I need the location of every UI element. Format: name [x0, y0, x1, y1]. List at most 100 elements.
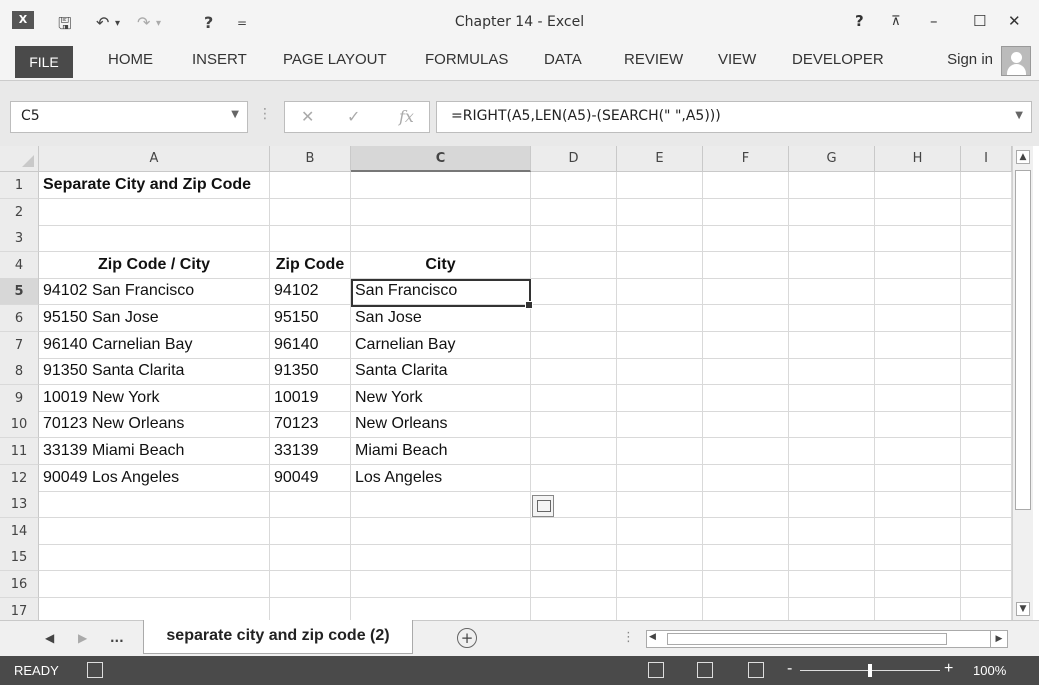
cell-b7[interactable]: 96140: [270, 332, 351, 359]
tab-developer[interactable]: DEVELOPER: [792, 51, 884, 68]
cell-d12[interactable]: [531, 465, 617, 492]
cell-c4[interactable]: City: [351, 252, 531, 279]
tab-home[interactable]: HOME: [108, 51, 153, 68]
sign-in-link[interactable]: Sign in: [947, 51, 993, 68]
row-header-1[interactable]: 1: [0, 172, 39, 199]
cell-g2[interactable]: [789, 199, 875, 226]
cell-h10[interactable]: [875, 411, 961, 438]
cell-g3[interactable]: [789, 225, 875, 252]
cell-e2[interactable]: [617, 199, 703, 226]
horizontal-scrollbar[interactable]: ◀: [646, 630, 1006, 648]
column-header-e[interactable]: E: [617, 146, 703, 172]
normal-view-icon[interactable]: [648, 662, 664, 678]
cell-c15[interactable]: [351, 544, 531, 571]
zoom-slider-knob[interactable]: [868, 664, 872, 677]
select-all-button[interactable]: [0, 146, 39, 172]
cell-g16[interactable]: [789, 571, 875, 598]
cell-i7[interactable]: [961, 332, 1012, 359]
close-button[interactable]: ✕: [1008, 12, 1021, 30]
column-header-a[interactable]: A: [39, 146, 270, 172]
cell-a6[interactable]: 95150 San Jose: [39, 305, 270, 332]
cell-c13[interactable]: [351, 491, 531, 518]
cell-d15[interactable]: [531, 544, 617, 571]
cell-i16[interactable]: [961, 571, 1012, 598]
cell-i5[interactable]: [961, 278, 1012, 305]
cell-a12[interactable]: 90049 Los Angeles: [39, 465, 270, 492]
cell-e5[interactable]: [617, 278, 703, 305]
cell-a16[interactable]: [39, 571, 270, 598]
formula-input[interactable]: =RIGHT(A5,LEN(A5)-(SEARCH(" ",A5))) ▼: [436, 101, 1032, 133]
row-header-3[interactable]: 3: [0, 225, 39, 252]
cell-b10[interactable]: 70123: [270, 411, 351, 438]
cell-g1[interactable]: [789, 172, 875, 199]
scroll-left-icon[interactable]: ◀: [649, 632, 656, 642]
cell-d4[interactable]: [531, 252, 617, 279]
cell-d10[interactable]: [531, 411, 617, 438]
column-header-c[interactable]: C: [351, 146, 531, 172]
cell-f10[interactable]: [703, 411, 789, 438]
cell-c12[interactable]: Los Angeles: [351, 465, 531, 492]
column-header-g[interactable]: G: [789, 146, 875, 172]
scroll-up-icon[interactable]: ▲: [1016, 150, 1030, 164]
cell-h13[interactable]: [875, 491, 961, 518]
cell-c14[interactable]: [351, 518, 531, 545]
cell-e3[interactable]: [617, 225, 703, 252]
prev-sheet-icon[interactable]: ◀: [45, 631, 54, 645]
avatar[interactable]: [1001, 46, 1031, 76]
row-header-16[interactable]: 16: [0, 571, 39, 598]
vertical-scroll-thumb[interactable]: [1015, 170, 1031, 510]
row-header-12[interactable]: 12: [0, 465, 39, 492]
cell-h12[interactable]: [875, 465, 961, 492]
cell-b8[interactable]: 91350: [270, 358, 351, 385]
scroll-down-icon[interactable]: ▼: [1016, 602, 1030, 616]
cell-c2[interactable]: [351, 199, 531, 226]
cell-i8[interactable]: [961, 358, 1012, 385]
row-header-14[interactable]: 14: [0, 518, 39, 545]
cell-a5[interactable]: 94102 San Francisco: [39, 278, 270, 305]
cell-b15[interactable]: [270, 544, 351, 571]
cell-i4[interactable]: [961, 252, 1012, 279]
cell-h7[interactable]: [875, 332, 961, 359]
cell-d16[interactable]: [531, 571, 617, 598]
cell-i15[interactable]: [961, 544, 1012, 571]
cell-e16[interactable]: [617, 571, 703, 598]
cell-e6[interactable]: [617, 305, 703, 332]
cell-h4[interactable]: [875, 252, 961, 279]
cell-b14[interactable]: [270, 518, 351, 545]
cell-a3[interactable]: [39, 225, 270, 252]
horizontal-scroll-thumb[interactable]: [667, 633, 947, 645]
tab-review[interactable]: REVIEW: [624, 51, 683, 68]
tab-split-handle-icon[interactable]: ⋮: [622, 630, 635, 645]
cell-c1[interactable]: [351, 172, 531, 199]
cell-f13[interactable]: [703, 491, 789, 518]
cell-a2[interactable]: [39, 199, 270, 226]
cell-f16[interactable]: [703, 571, 789, 598]
name-box[interactable]: C5 ▼: [10, 101, 248, 133]
cell-c11[interactable]: Miami Beach: [351, 438, 531, 465]
active-cell-c5[interactable]: [351, 279, 533, 309]
cell-h14[interactable]: [875, 518, 961, 545]
cell-e9[interactable]: [617, 385, 703, 412]
cell-f14[interactable]: [703, 518, 789, 545]
row-header-5[interactable]: 5: [0, 278, 39, 305]
sheet-tab-active[interactable]: separate city and zip code (2): [143, 620, 413, 654]
tab-data[interactable]: DATA: [544, 51, 582, 68]
cell-b11[interactable]: 33139: [270, 438, 351, 465]
cell-f4[interactable]: [703, 252, 789, 279]
cell-h15[interactable]: [875, 544, 961, 571]
row-header-15[interactable]: 15: [0, 544, 39, 571]
cell-b9[interactable]: 10019: [270, 385, 351, 412]
cell-c16[interactable]: [351, 571, 531, 598]
cell-b13[interactable]: [270, 491, 351, 518]
cell-f5[interactable]: [703, 278, 789, 305]
cell-a14[interactable]: [39, 518, 270, 545]
enter-icon[interactable]: ✓: [347, 107, 360, 126]
cell-c10[interactable]: New Orleans: [351, 411, 531, 438]
cell-a7[interactable]: 96140 Carnelian Bay: [39, 332, 270, 359]
page-break-preview-icon[interactable]: [748, 662, 764, 678]
cell-d5[interactable]: [531, 278, 617, 305]
cell-a13[interactable]: [39, 491, 270, 518]
cell-a4[interactable]: Zip Code / City: [39, 252, 270, 279]
cell-b3[interactable]: [270, 225, 351, 252]
cell-i1[interactable]: [961, 172, 1012, 199]
